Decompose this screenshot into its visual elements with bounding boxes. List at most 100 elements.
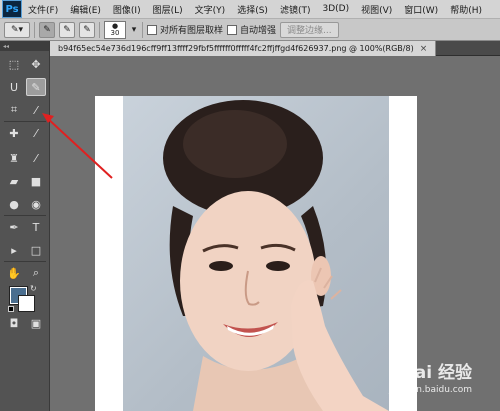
quick-select-subtract-icon: ✎: [83, 24, 91, 35]
eraser-tool-icon: ▰: [9, 174, 19, 188]
type-tool-icon: T: [32, 220, 40, 234]
quick-select-new-icon: ✎: [43, 24, 51, 35]
options-divider: [99, 21, 100, 38]
hand-tool-button[interactable]: ✋: [4, 264, 24, 282]
menu-filter[interactable]: 滤镜(T): [274, 3, 317, 16]
eyedropper-tool-button[interactable]: ⁄: [26, 101, 46, 119]
watermark-url: jingyan.baidu.com: [388, 385, 472, 395]
background-color-swatch[interactable]: [18, 295, 35, 312]
screen-mode-icon: ▣: [30, 316, 42, 330]
photoshop-logo: Ps: [2, 0, 22, 18]
document-tab[interactable]: b94f65ec54e736d196cff9ff13ffff29fbf5ffff…: [50, 41, 437, 56]
menu-edit[interactable]: 编辑(E): [64, 3, 107, 16]
dodge-tool-button[interactable]: ◉: [26, 195, 46, 213]
blur-tool-button[interactable]: ●: [4, 195, 24, 213]
path-selection-tool-icon: ▸: [11, 243, 17, 257]
menu-layer[interactable]: 图层(L): [147, 3, 189, 16]
brush-tool-icon: ⁄: [35, 126, 37, 140]
sample-all-layers-checkbox[interactable]: [147, 24, 157, 35]
screen-mode-button[interactable]: ▣: [26, 314, 46, 332]
dodge-tool-icon: ◉: [31, 197, 41, 211]
history-brush-tool-icon: ⁄: [35, 151, 37, 165]
shape-tool-icon: □: [30, 243, 42, 257]
menu-3d[interactable]: 3D(D): [316, 4, 355, 14]
document-tab-bar: b94f65ec54e736d196cff9ff13ffff29fbf5ffff…: [50, 41, 500, 56]
swap-colors-icon[interactable]: ↻: [30, 284, 37, 293]
sample-all-layers-option[interactable]: 对所有图层取样: [147, 23, 223, 36]
canvas-workspace[interactable]: Bai 经验 jingyan.baidu.com: [50, 56, 500, 411]
menu-view[interactable]: 视图(V): [355, 3, 398, 16]
marquee-tool-button[interactable]: ⬚: [4, 55, 24, 73]
brush-size-value: 30: [110, 28, 120, 37]
hand-tool-icon: ✋: [7, 266, 21, 280]
chevron-down-icon: ▾: [131, 24, 137, 35]
new-selection-button[interactable]: ✎: [39, 21, 55, 38]
menu-window[interactable]: 窗口(W): [398, 3, 444, 16]
tools-divider: [4, 215, 46, 216]
portrait-illustration: [163, 100, 389, 411]
menu-help[interactable]: 帮助(H): [444, 3, 488, 16]
quick-select-add-icon: ✎: [63, 24, 71, 35]
pen-tool-button[interactable]: ✒: [4, 218, 24, 236]
clone-stamp-tool-icon: ♜: [9, 151, 19, 165]
default-colors-icon[interactable]: [8, 306, 14, 312]
brush-size-dropdown[interactable]: ▾: [130, 22, 138, 38]
menu-file[interactable]: 文件(F): [22, 3, 64, 16]
baidu-jingyan-logo: Bai 经验: [401, 363, 472, 383]
type-tool-button[interactable]: T: [26, 218, 46, 236]
history-brush-tool-button[interactable]: ⁄: [26, 149, 46, 167]
menu-select[interactable]: 选择(S): [231, 3, 274, 16]
auto-enhance-checkbox[interactable]: [227, 24, 238, 35]
sample-all-layers-label: 对所有图层取样: [160, 26, 224, 36]
healing-brush-tool-icon: ✚: [9, 126, 19, 140]
tools-panel-header[interactable]: ◂◂: [0, 41, 49, 51]
shape-tool-button[interactable]: □: [26, 241, 46, 259]
auto-enhance-option[interactable]: 自动增强: [227, 23, 276, 36]
crop-tool-icon: ⌗: [10, 103, 18, 116]
options-divider: [34, 21, 35, 38]
tool-preset-picker[interactable]: ✎▾: [4, 21, 30, 38]
lasso-tool-icon: ᑌ: [9, 80, 19, 94]
auto-enhance-label: 自动增强: [240, 26, 277, 36]
move-tool-icon: ✥: [31, 57, 41, 71]
healing-brush-tool-button[interactable]: ✚: [4, 124, 24, 142]
lasso-tool-button[interactable]: ᑌ: [4, 78, 24, 96]
quick-selection-tool-icon: ✎: [31, 80, 41, 94]
pen-tool-icon: ✒: [9, 220, 19, 234]
crop-tool-button[interactable]: ⌗: [4, 101, 24, 119]
marquee-tool-icon: ⬚: [8, 57, 20, 71]
baidu-watermark: Bai 经验 jingyan.baidu.com: [389, 358, 472, 395]
gradient-tool-button[interactable]: ■: [26, 172, 46, 190]
quick-mask-icon: ◘: [9, 316, 19, 330]
zoom-tool-icon: ⌕: [32, 266, 40, 279]
options-divider: [142, 21, 143, 38]
document-canvas[interactable]: [95, 96, 417, 411]
add-to-selection-button[interactable]: ✎: [59, 21, 75, 38]
subtract-from-selection-button[interactable]: ✎: [79, 21, 95, 38]
brush-tool-button[interactable]: ⁄: [26, 124, 46, 142]
tools-divider: [4, 261, 46, 262]
quick-selection-tool-button[interactable]: ✎: [26, 78, 46, 96]
zoom-tool-button[interactable]: ⌕: [26, 264, 46, 282]
brush-icon: ✎▾: [10, 24, 24, 35]
menu-image[interactable]: 图像(I): [107, 3, 147, 16]
move-tool-button[interactable]: ✥: [26, 55, 46, 73]
blur-tool-icon: ●: [9, 197, 19, 211]
tools-divider: [4, 121, 46, 122]
menu-type[interactable]: 文字(Y): [189, 3, 232, 16]
path-selection-tool-button[interactable]: ▸: [4, 241, 24, 259]
clone-stamp-tool-button[interactable]: ♜: [4, 149, 24, 167]
brush-size-picker[interactable]: ● 30: [104, 20, 126, 39]
quick-mask-button[interactable]: ◘: [4, 314, 24, 332]
eyedropper-tool-icon: ⁄: [35, 103, 37, 117]
document-title: b94f65ec54e736d196cff9ff13ffff29fbf5ffff…: [58, 44, 414, 53]
portrait-photo: [123, 96, 389, 411]
close-icon[interactable]: ×: [420, 44, 428, 54]
options-bar: ✎▾ ✎ ✎ ✎ ● 30 ▾ 对所有图层取样 自动增强 调整边缘...: [0, 19, 500, 41]
tools-panel: ◂◂ ⬚ ✥ ᑌ ✎ ⌗ ⁄ ✚ ⁄ ♜ ⁄ ▰ ■ ● ◉ ✒ T ▸ □ ✋ ⌕ ◘ ▣ ↻: [0, 41, 50, 411]
gradient-tool-icon: ■: [30, 174, 42, 188]
refine-edge-button[interactable]: 调整边缘...: [280, 21, 339, 38]
eraser-tool-button[interactable]: ▰: [4, 172, 24, 190]
collapse-arrows-icon: ◂◂: [3, 42, 10, 50]
menu-bar: Ps 文件(F) 编辑(E) 图像(I) 图层(L) 文字(Y) 选择(S) 滤…: [0, 0, 500, 19]
